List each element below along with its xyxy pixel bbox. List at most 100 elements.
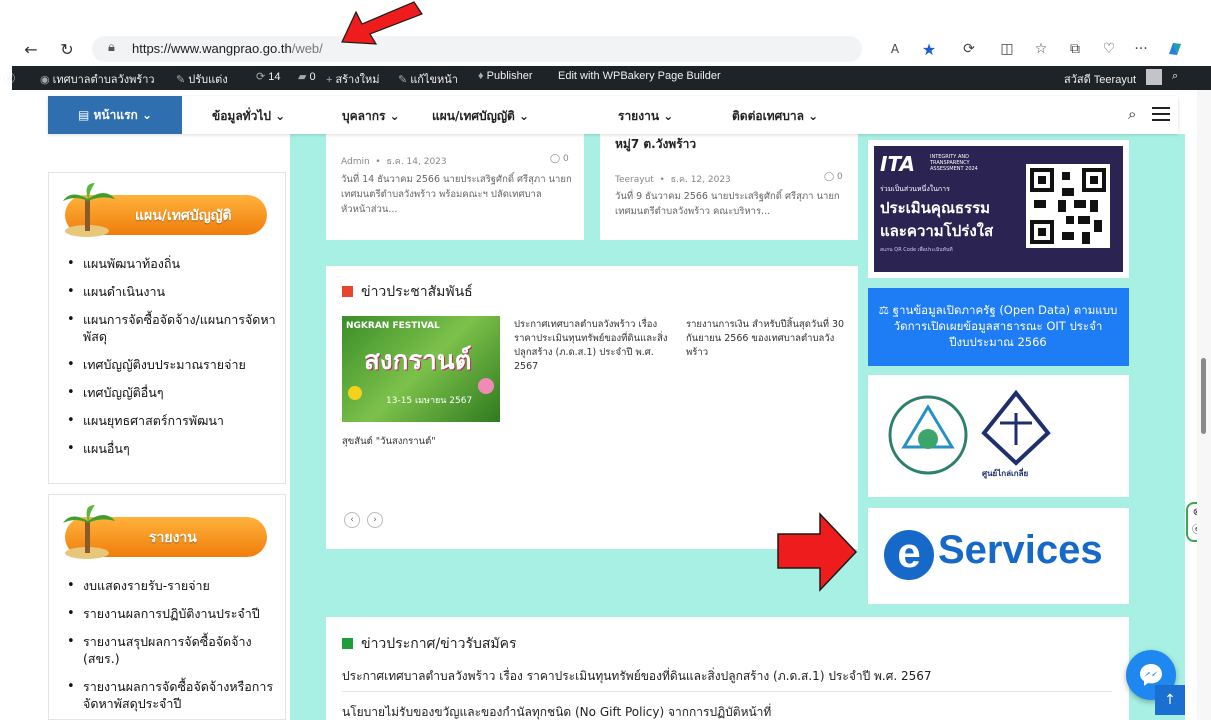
arrow-up-icon: ↑ — [1164, 692, 1176, 708]
festival-date-text: 13-15 เมษายน 2567 — [386, 396, 473, 406]
reports-banner[interactable]: รายงาน — [63, 505, 267, 559]
home-icon: ▤ — [77, 108, 94, 122]
admin-comments-link[interactable]: ▰ 0 — [298, 70, 316, 83]
list-item[interactable]: แผนพัฒนาท้องถิ่น — [67, 255, 277, 272]
list-item[interactable]: แผนการจัดซื้อจัดจ้าง/แผนการจัดหาพัสดุ — [67, 311, 277, 345]
nav-personnel[interactable]: บุคลากร ⌄ — [342, 107, 400, 126]
admin-updates-link[interactable]: ⟳ 14 — [256, 70, 280, 83]
announce-title: ข่าวประกาศ/ข่าวรับสมัคร — [342, 633, 517, 655]
performance-icon[interactable]: ♡ — [1098, 38, 1120, 60]
split-screen-icon[interactable]: ◫ — [996, 38, 1018, 60]
pr-item-3[interactable]: รายงานการเงิน สำหรับปีสิ้นสุดวันที่ 30 ก… — [686, 318, 846, 360]
list-item[interactable]: แผนยุทธศาสตร์การพัฒนา — [67, 412, 277, 429]
list-item[interactable]: แผนอื่นๆ — [67, 440, 277, 457]
nav-plans[interactable]: แผน/เทศบัญญัติ ⌄ — [432, 107, 529, 126]
nav-home[interactable]: ▤ หน้าแรก ⌄ — [48, 96, 182, 134]
nav-general-info[interactable]: ข้อมูลทั่วไป ⌄ — [212, 107, 285, 126]
list-item[interactable]: เทศบัญญัติงบประมาณรายจ่าย — [67, 356, 277, 373]
wordpress-icon[interactable]: ⓦ — [4, 70, 15, 86]
reload-icon[interactable]: ↻ — [56, 38, 78, 60]
open-data-banner[interactable]: ⚖ ฐานข้อมูลเปิดภาครัฐ (Open Data) ตามแบบ… — [868, 288, 1129, 366]
nav-contact[interactable]: ติดต่อเทศบาล ⌄ — [732, 107, 818, 126]
comment-icon: ▰ — [298, 71, 307, 83]
scroll-top-button[interactable]: ↑ — [1155, 685, 1185, 715]
avatar[interactable] — [1146, 69, 1162, 85]
pr-item-2[interactable]: ประกาศเทศบาลตำบลวังพร้าว เรื่อง ราคาประเ… — [514, 318, 674, 374]
pr-title: ข่าวประชาสัมพันธ์ — [342, 281, 473, 303]
page-info-icon[interactable]: 🔒︎ — [108, 40, 115, 55]
copilot-icon[interactable] — [1164, 38, 1186, 60]
ita-subtitle: INTEGRITY AND TRANSPARENCY ASSESSMENT 20… — [930, 154, 978, 172]
admin-search-icon[interactable]: ⌕ — [1172, 70, 1178, 83]
list-item[interactable]: แผนดำเนินงาน — [67, 283, 277, 300]
scale-icon: ⚖ — [878, 303, 893, 317]
divider — [342, 691, 1112, 692]
ita-banner[interactable]: ITA INTEGRITY AND TRANSPARENCY ASSESSMEN… — [868, 140, 1129, 278]
menu-icon[interactable] — [1152, 107, 1170, 121]
admin-account-greeting[interactable]: สวัสดี Teerayut — [1064, 70, 1136, 88]
mediation-caption: ศูนย์ไกล่เกลี่ย — [982, 469, 1029, 478]
admin-publisher-link[interactable]: ♦ Publisher — [478, 70, 532, 82]
justice-logos[interactable]: ศูนย์ไกล่เกลี่ย — [868, 375, 1129, 497]
flower-icon — [478, 378, 494, 394]
pr-section: ข่าวประชาสัมพันธ์ NGKRAN FESTIVAL สงกราน… — [326, 266, 858, 549]
favorites-icon[interactable]: ☆ — [1030, 38, 1052, 60]
sidebar-reports-box: รายงาน งบแสดงรายรับ-รายจ่าย รายงานผลการป… — [48, 494, 286, 720]
updates-icon: ⟳ — [256, 71, 266, 83]
plans-banner-title: แผน/เทศบัญญัติ — [135, 208, 232, 224]
wp-admin-bar: ⓦ ◉ เทศบาลตำบลวังพร้าว ✎ ปรับแต่ง ⟳ 14 ▰ 0 +… — [4, 66, 1211, 90]
admin-wpbakery-link[interactable]: Edit with WPBakery Page Builder — [558, 70, 721, 82]
news-card-1[interactable]: Admin • ธ.ค. 14, 2023 ◯ 0 วันที่ 14 ธันว… — [326, 134, 584, 240]
admin-edit-page-link[interactable]: ✎ แก้ไขหน้า — [398, 70, 458, 88]
festival-main-text: สงกรานต์ — [364, 346, 472, 376]
list-item[interactable]: งบแสดงรายรับ-รายจ่าย — [67, 577, 277, 594]
annotation-arrow-top-icon — [341, 1, 423, 45]
ita-line-2: ประเมินคุณธรรม — [880, 199, 991, 217]
publisher-icon: ♦ — [478, 70, 484, 82]
news-excerpt-2: วันที่ 9 ธันวาคม 2566 นายประเสริฐศักดิ์ … — [615, 191, 840, 217]
site-navigation: ▤ หน้าแรก ⌄ ข้อมูลทั่วไป ⌄ บุคลากร ⌄ แผน… — [48, 96, 1178, 134]
announce-item-1[interactable]: ประกาศเทศบาลตำบลวังพร้าว เรื่อง ราคาประเ… — [342, 667, 1112, 686]
palm-tree-icon — [63, 505, 115, 559]
news-title-2[interactable]: หมู่7 ต.วังพร้าว — [615, 136, 847, 152]
back-icon[interactable]: ← — [20, 38, 42, 60]
ita-banner-bg: ITA INTEGRITY AND TRANSPARENCY ASSESSMEN… — [874, 146, 1123, 272]
chevron-left-icon[interactable]: ‹ — [344, 512, 360, 528]
news-card-2[interactable]: หมู่7 ต.วังพร้าว Teerayut • ธ.ค. 12, 202… — [600, 134, 858, 240]
address-bar[interactable]: 🔒︎ https://www.wangprao.go.th/web/ — [92, 36, 862, 62]
admin-site-link[interactable]: ◉ เทศบาลตำบลวังพร้าว — [40, 70, 155, 88]
scrollbar[interactable] — [1197, 90, 1211, 720]
reports-list: งบแสดงรายรับ-รายจ่าย รายงานผลการปฏิบัติง… — [67, 577, 277, 720]
read-aloud-icon[interactable]: A — [884, 38, 906, 60]
announce-item-2[interactable]: นโยบายไม่รับของขวัญและของกำนัลทุกชนิด (N… — [342, 703, 1112, 720]
plans-list: แผนพัฒนาท้องถิ่น แผนดำเนินงาน แผนการจัดซ… — [67, 255, 277, 468]
news-meta-2: Teerayut • ธ.ค. 12, 2023 — [615, 175, 731, 185]
songkran-image[interactable]: NGKRAN FESTIVAL สงกรานต์ 13-15 เมษายน 25… — [342, 316, 500, 422]
favorite-star-icon[interactable]: ★ — [918, 38, 940, 60]
plans-banner[interactable]: แผน/เทศบัญญัติ — [63, 183, 267, 237]
chevron-right-icon[interactable]: › — [367, 512, 383, 528]
announce-section: ข่าวประกาศ/ข่าวรับสมัคร ประกาศเทศบาลตำบล… — [326, 617, 1129, 720]
list-item[interactable]: รายงานผลการจัดซื้อจัดจ้างหรือการจัดหาพัส… — [67, 678, 277, 712]
annotation-arrow-right-icon — [777, 512, 858, 592]
pr-image-caption[interactable]: สุขสันต์ "วันสงกรานต์" — [342, 434, 436, 449]
collections-icon[interactable]: ⧉ — [1064, 38, 1086, 60]
list-item[interactable]: เทศบัญญัติอื่นๆ — [67, 384, 277, 401]
more-icon[interactable]: ··· — [1130, 38, 1152, 60]
justice-network-logo-icon — [888, 395, 968, 475]
brush-icon: ✎ — [176, 74, 186, 86]
news-comments-1: ◯ 0 — [550, 154, 569, 164]
admin-customize-link[interactable]: ✎ ปรับแต่ง — [176, 70, 228, 88]
list-item[interactable]: รายงานผลการปฏิบัติงานประจำปี — [67, 605, 277, 622]
qr-code-icon — [1026, 164, 1110, 248]
scroll-thumb[interactable] — [1201, 358, 1206, 434]
nav-reports[interactable]: รายงาน ⌄ — [618, 107, 673, 126]
admin-new-link[interactable]: + สร้างใหม่ — [326, 70, 379, 88]
eservices-e-logo: e — [884, 530, 934, 580]
eservices-banner[interactable]: e Services — [868, 508, 1129, 604]
eservices-word: Services — [938, 528, 1103, 572]
pencil-icon: ✎ — [398, 74, 408, 86]
extensions-icon[interactable]: ⟳ — [958, 38, 980, 60]
search-icon[interactable]: ⌕ — [1128, 105, 1136, 123]
list-item[interactable]: รายงานสรุปผลการจัดซื้อจัดจ้าง (สขร.) — [67, 633, 277, 667]
